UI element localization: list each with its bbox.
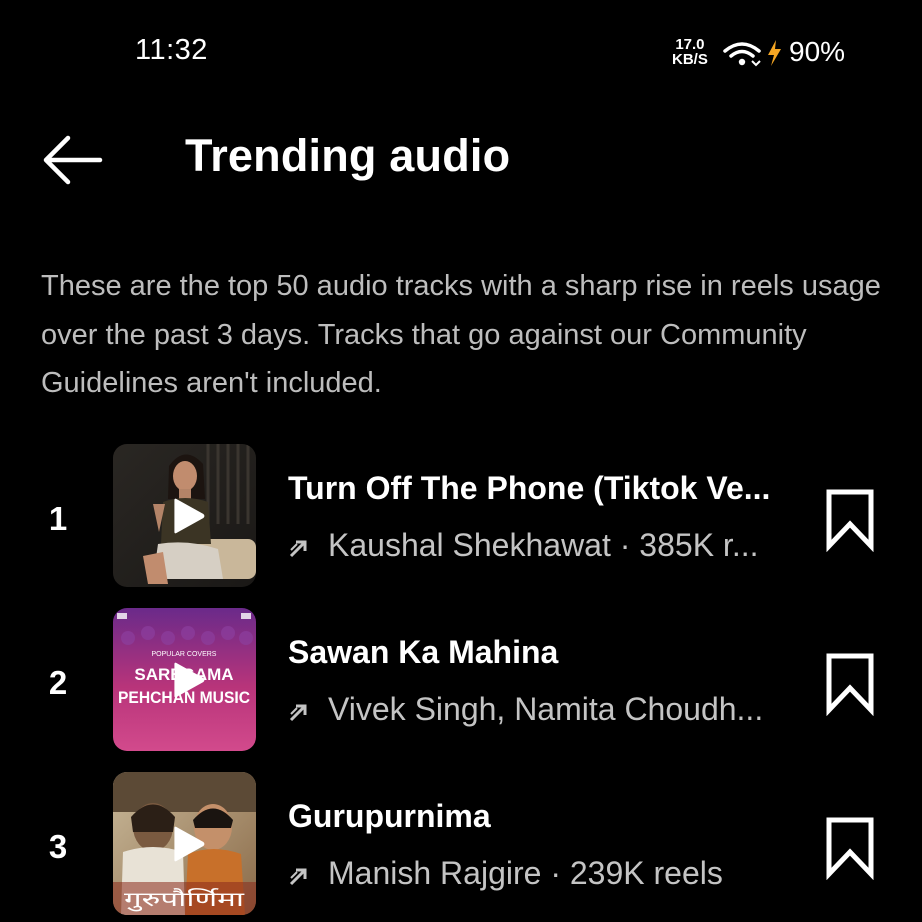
track-rank: 1 <box>48 500 68 537</box>
track-artist-and-usage: Kaushal Shekhawat · 385K r... <box>328 527 759 563</box>
network-speed: 17.0 KB/S <box>672 37 708 67</box>
cover-title-text: गुरुपौर्णिमा <box>124 887 245 912</box>
track-subtitle: Vivek Singh, Namita Choudh... <box>288 691 813 735</box>
battery-percent: 90% <box>789 36 846 67</box>
play-icon <box>173 826 204 861</box>
trending-up-icon <box>289 704 307 722</box>
track-row[interactable]: 2 POPULAR COVERS SAREGAMA <box>0 608 922 758</box>
wifi-icon <box>723 42 761 67</box>
trending-up-icon <box>289 868 307 886</box>
track-row[interactable]: 1 Turn Off The Phone (Tiktok Ve... Kaush… <box>0 444 922 594</box>
track-title[interactable]: Sawan Ka Mahina <box>288 634 813 671</box>
track-artist-and-usage: Manish Rajgire · 239K reels <box>328 855 723 891</box>
track-rank: 2 <box>48 664 68 701</box>
play-icon <box>173 498 204 533</box>
track-cover-image[interactable] <box>113 444 256 587</box>
track-subtitle: Kaushal Shekhawat · 385K r... <box>288 527 813 571</box>
description-text: These are the top 50 audio tracks with a… <box>41 270 881 399</box>
trending-audio-screen: 11:32 17.0 KB/S 90% Trending audio These… <box>0 0 922 922</box>
track-cover-image[interactable]: गुरुपौर्णिमा <box>113 772 256 915</box>
bookmark-outline-icon[interactable] <box>820 652 880 716</box>
track-artist-and-usage: Vivek Singh, Namita Choudh... <box>328 691 764 727</box>
track-subtitle: Manish Rajgire · 239K reels <box>288 855 813 899</box>
cover-top-text: POPULAR COVERS <box>152 651 217 658</box>
page-title: Trending audio <box>185 130 511 181</box>
bookmark-outline-icon[interactable] <box>820 488 880 552</box>
network-speed-unit: KB/S <box>672 51 708 68</box>
track-row[interactable]: 3 गुरुपौर्णिमा Gurupurnima Manish Rajgir… <box>0 772 922 922</box>
track-cover-image[interactable]: POPULAR COVERS SAREGAMA PEHCHAN MUSIC <box>113 608 256 751</box>
track-title[interactable]: Turn Off The Phone (Tiktok Ve... <box>288 470 813 507</box>
back-arrow-icon[interactable] <box>38 132 104 188</box>
network-speed-value: 17.0 <box>675 36 705 53</box>
track-rank: 3 <box>48 828 68 865</box>
bookmark-outline-icon[interactable] <box>820 816 880 880</box>
charging-bolt-icon <box>768 40 781 66</box>
trending-up-icon <box>289 540 307 558</box>
track-title[interactable]: Gurupurnima <box>288 798 813 835</box>
status-time: 11:32 <box>135 34 208 66</box>
play-icon <box>173 662 204 697</box>
